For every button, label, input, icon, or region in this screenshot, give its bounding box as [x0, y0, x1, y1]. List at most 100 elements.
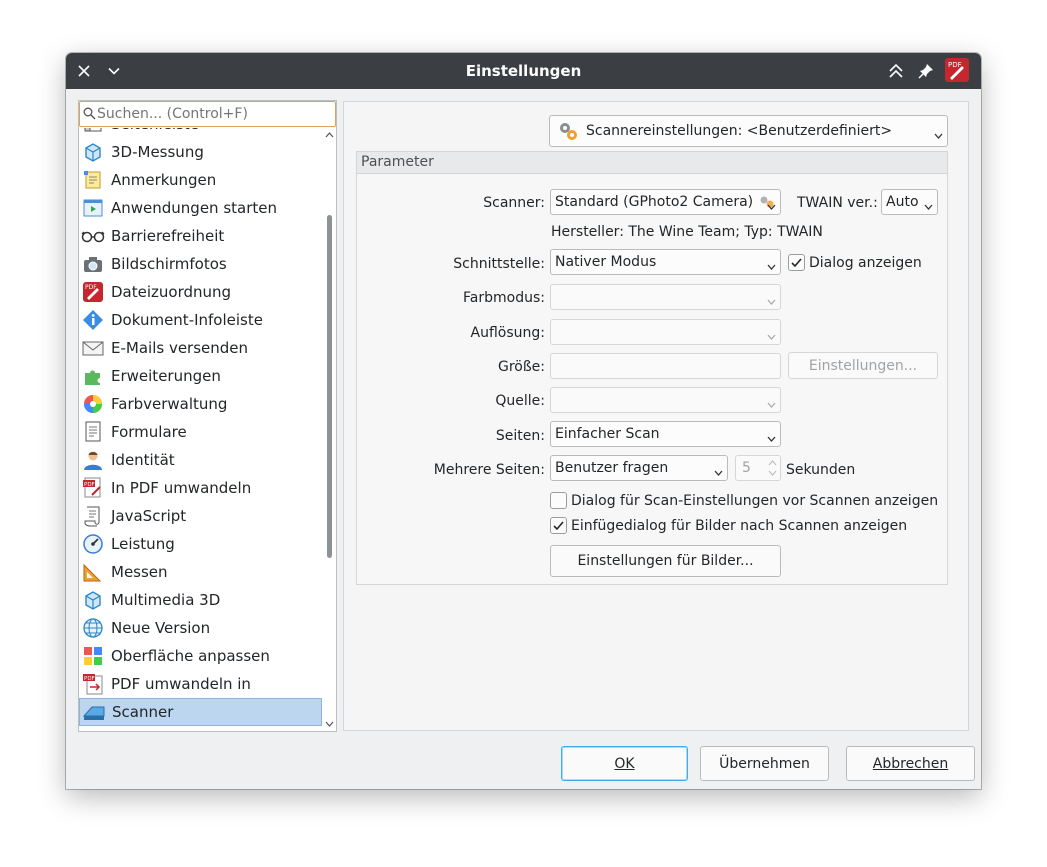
sidebar-item[interactable]: Seitenleiste [79, 128, 322, 138]
svg-text:PDF: PDF [84, 676, 95, 682]
scanner-value: Standard (GPhoto2 Camera) [555, 194, 754, 210]
cancel-button[interactable]: Abbrechen [846, 746, 975, 781]
sidebar-item-label: Identität [111, 451, 175, 469]
resolution-select[interactable] [550, 319, 781, 345]
group-title: Parameter [357, 152, 947, 174]
sidebar-scrollbar[interactable] [323, 128, 336, 731]
size-settings-button[interactable]: Einstellungen... [788, 352, 938, 379]
user-icon [81, 448, 105, 472]
puzzle-icon [81, 364, 105, 388]
source-select[interactable] [550, 387, 781, 413]
sidebar-item[interactable]: Multimedia 3D [79, 586, 322, 614]
sidebar-item-label: Barrierefreiheit [111, 227, 225, 245]
svg-text:PDF: PDF [948, 61, 962, 69]
sidebar-item[interactable]: Formulare [79, 418, 322, 446]
settings-dialog: Einstellungen PDF Seitenleiste 3D-Messung… [66, 53, 981, 789]
sidebar-item-label: Farbverwaltung [111, 395, 228, 413]
scroll-down-icon[interactable] [323, 717, 336, 731]
ruler-icon [81, 560, 105, 584]
sidebar-item-label: E-Mails versenden [111, 339, 249, 357]
color-mode-label: Farbmodus: [463, 290, 545, 306]
preset-select[interactable]: Scannereinstellungen: <Benutzerdefiniert… [549, 115, 948, 147]
sidebar-item[interactable]: Erweiterungen [79, 362, 322, 390]
image-settings-button[interactable]: Einstellungen für Bilder... [550, 545, 781, 577]
svg-text:PDF: PDF [84, 482, 95, 488]
sidebar-item[interactable]: PDF Dateizuordnung [79, 278, 322, 306]
sidebar-item[interactable]: PDF In PDF umwandeln [79, 474, 322, 502]
insert-dialog-checkbox[interactable] [550, 517, 567, 534]
scrollbar-thumb[interactable] [327, 215, 332, 558]
sidebar-item-label: Scanner [112, 703, 174, 721]
show-dialog-checkbox[interactable] [788, 254, 805, 271]
script-icon [81, 504, 105, 528]
gears-icon [556, 119, 580, 143]
scanner-settings-pane: Scannereinstellungen: <Benutzerdefiniert… [343, 101, 969, 731]
size-field[interactable] [550, 353, 781, 379]
interface-select[interactable]: Nativer Modus [550, 249, 781, 275]
twain-select[interactable]: Auto [881, 189, 938, 215]
sidebar-item-label: Neue Version [111, 619, 211, 637]
keep-above-icon[interactable] [884, 59, 908, 83]
apply-button[interactable]: Übernehmen [700, 746, 829, 781]
pdf-convert-icon: PDF [81, 476, 105, 500]
sidebar-item[interactable]: PDF PDF umwandeln in [79, 670, 322, 698]
sidebar-item[interactable]: E-Mails versenden [79, 334, 322, 362]
interface-value: Nativer Modus [555, 254, 657, 270]
camera-icon [81, 252, 105, 276]
sidebar-item-label: Seitenleiste [111, 128, 199, 133]
chevron-down-icon [767, 396, 776, 412]
sidebar-item-label: Anmerkungen [111, 171, 217, 189]
sidebar-item[interactable]: Neue Version [79, 614, 322, 642]
cancel-label: Abbrechen [872, 755, 949, 772]
show-dialog-label: Dialog anzeigen [809, 255, 922, 271]
chevron-down-icon [924, 198, 933, 214]
twain-value: Auto [886, 194, 919, 210]
sidebar-item-label: In PDF umwandeln [111, 479, 252, 497]
preset-value: Scannereinstellungen: <Benutzerdefiniert… [586, 123, 893, 139]
info-icon [81, 308, 105, 332]
ok-button[interactable]: OK [561, 746, 688, 781]
pdf-export-icon: PDF [81, 672, 105, 696]
insert-dialog-label: Einfügedialog für Bilder nach Scannen an… [571, 518, 908, 534]
sidebar-item[interactable]: 3D-Messung [79, 138, 322, 166]
sidebar-item[interactable]: Farbverwaltung [79, 390, 322, 418]
multi-pages-select[interactable]: Benutzer fragen [550, 455, 728, 481]
seconds-value: 5 [742, 460, 751, 476]
sidebar-item[interactable]: Anmerkungen [79, 166, 322, 194]
chevron-down-icon [767, 198, 776, 214]
chevron-down-icon [714, 464, 723, 480]
sidebar-item[interactable]: Leistung [79, 530, 322, 558]
sidebar-item[interactable]: JavaScript [79, 502, 322, 530]
seconds-spinbox[interactable]: 5 [735, 455, 781, 481]
sidebar-item[interactable]: Bildschirmfotos [79, 250, 322, 278]
pin-icon[interactable] [914, 59, 938, 83]
sidebar-item[interactable]: Anwendungen starten [79, 194, 322, 222]
glasses-icon [81, 224, 105, 248]
sidebar-item-label: Dateizuordnung [111, 283, 232, 301]
sidebar-item[interactable]: Dokument-Infoleiste [79, 306, 322, 334]
sidebar-item[interactable]: Barrierefreiheit [79, 222, 322, 250]
globe-icon [81, 616, 105, 640]
scroll-up-icon[interactable] [323, 128, 336, 142]
sidebar-item[interactable]: Scanner [79, 698, 322, 726]
chevron-down-icon [767, 328, 776, 344]
form-icon [81, 420, 105, 444]
sidebar-item[interactable]: Identität [79, 446, 322, 474]
scan-dialog-checkbox[interactable] [550, 492, 567, 509]
search-input[interactable] [97, 105, 327, 123]
sidebar-item[interactable]: Messen [79, 558, 322, 586]
sidebar-item-label: Dokument-Infoleiste [111, 311, 263, 329]
search-box[interactable] [79, 101, 336, 127]
sidebar-item-label: JavaScript [111, 507, 187, 525]
color-mode-select[interactable] [550, 284, 781, 310]
scanner-select[interactable]: Standard (GPhoto2 Camera) [550, 189, 781, 215]
sidebar-item[interactable]: Oberfläche anpassen [79, 642, 322, 670]
spin-arrows-icon[interactable] [768, 459, 777, 485]
apply-label: Übernehmen [719, 755, 810, 772]
sidebar-item-label: Leistung [111, 535, 175, 553]
chevron-down-icon [934, 127, 943, 143]
pages-select[interactable]: Einfacher Scan [550, 421, 781, 447]
category-sidebar: Seitenleiste 3D-Messung Anmerkungen Anwendu… [78, 100, 337, 732]
scan-dialog-label: Dialog für Scan-Einstellungen vor Scanne… [571, 493, 939, 509]
sidebar-item-label: Formulare [111, 423, 187, 441]
